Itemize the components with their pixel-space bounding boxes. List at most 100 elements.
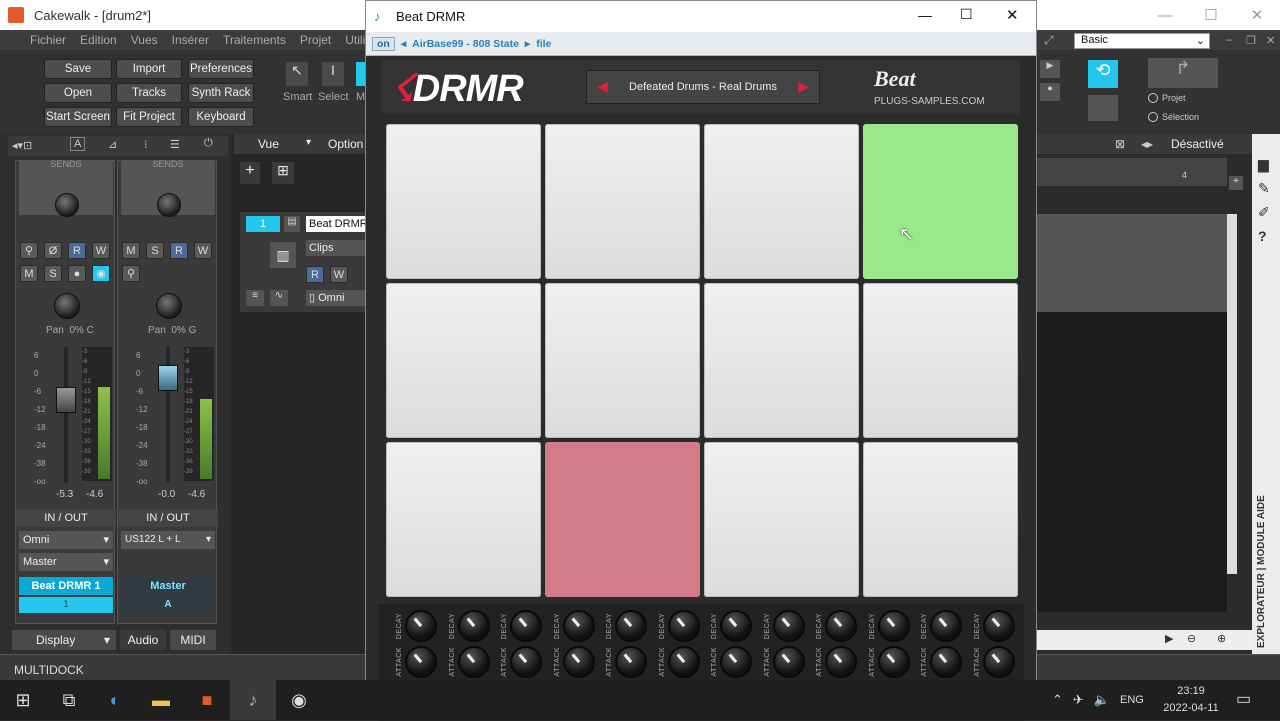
strip-name[interactable]: Beat DRMR 1 (19, 577, 113, 595)
output-select[interactable]: US122 L + L ▾ (121, 531, 215, 549)
menu-fichier[interactable]: Fichier (30, 33, 66, 47)
browser-tabs-label[interactable]: EXPLORATEUR | MODULE AIDE (1256, 495, 1276, 648)
save-button[interactable]: Save (44, 59, 112, 79)
pan-knob[interactable] (54, 293, 80, 319)
attack-knob[interactable] (982, 646, 1015, 678)
notifications-icon[interactable]: ▭ (1236, 689, 1251, 709)
drum-pad-4[interactable]: ↖ (863, 124, 1018, 279)
loop-icon[interactable]: ⟲ (1088, 60, 1118, 88)
decay-knob[interactable] (877, 610, 910, 642)
drum-pad-1[interactable] (386, 124, 541, 279)
synth-rack-button[interactable]: Synth Rack (188, 83, 254, 103)
drum-pad-12[interactable] (863, 442, 1018, 597)
workspace-select[interactable]: Basic ⌄ (1074, 33, 1210, 49)
add-track-icon[interactable]: + (240, 162, 260, 184)
strip-name[interactable]: Master (121, 577, 215, 595)
write-button[interactable]: W (92, 242, 110, 259)
drum-pad-3[interactable] (704, 124, 859, 279)
help-icon[interactable]: ? (1258, 228, 1267, 244)
vue-menu[interactable]: Vue (258, 137, 279, 151)
display-tab[interactable]: Display ▾ (12, 630, 116, 650)
multidock-label[interactable]: MULTIDOCK (14, 663, 84, 677)
record-arm-button[interactable]: R (68, 242, 86, 259)
export-icon[interactable]: ↱ (1148, 58, 1218, 88)
decay-knob[interactable] (457, 610, 490, 642)
pan-knob[interactable] (156, 293, 182, 319)
audio-tab[interactable]: Audio (120, 630, 166, 650)
add-icon[interactable]: + (1229, 176, 1243, 190)
decay-knob[interactable] (510, 610, 542, 642)
select-tool-icon[interactable]: I (322, 62, 344, 86)
record-icon[interactable]: ● (1040, 83, 1060, 101)
minimize-icon[interactable]: — (1142, 0, 1188, 30)
chevron-up-icon[interactable]: ⌃ (1052, 692, 1063, 708)
task-view-icon[interactable]: ⧉ (46, 680, 92, 720)
windows-start-icon[interactable]: ⊞ (0, 680, 46, 720)
next-kit-icon[interactable]: ▶ (798, 78, 809, 95)
import-button[interactable]: Import (116, 59, 182, 79)
send-knob[interactable] (55, 193, 79, 217)
prev-kit-icon[interactable]: ◀ (597, 78, 608, 95)
scroll-right-icon[interactable]: ▶ (1165, 632, 1173, 645)
menu-utilitaires[interactable]: Utili (345, 33, 365, 47)
track-input-select[interactable]: ▯ Omni (306, 290, 368, 306)
next-preset-icon[interactable]: ▸ (525, 38, 530, 50)
menu-projet[interactable]: Projet (300, 33, 331, 47)
drum-pad-9[interactable] (386, 442, 541, 597)
zoom-out-icon[interactable]: ⊖ (1187, 632, 1196, 645)
solo-button[interactable]: S (146, 242, 164, 259)
fx-icon[interactable]: ⚲ (122, 265, 140, 282)
drum-pad-6[interactable] (545, 283, 700, 438)
decay-knob[interactable] (405, 610, 437, 642)
volume-fader[interactable] (158, 365, 178, 391)
mute-button[interactable]: M (20, 265, 38, 282)
console-a-icon[interactable]: A (70, 137, 86, 151)
punch-icon[interactable] (1088, 95, 1118, 121)
list-icon[interactable]: ☰ (170, 138, 180, 151)
phase-invert-button[interactable]: Ø (44, 242, 62, 259)
phase-icon[interactable]: ⚲ (20, 242, 38, 259)
console-nav-icon[interactable]: ◂▾⊡ (12, 139, 32, 152)
decay-knob[interactable] (982, 610, 1015, 642)
preset-name[interactable]: AirBase99 - 808 State (412, 38, 519, 50)
vertical-scrollbar[interactable] (1227, 214, 1237, 574)
record-arm-button[interactable]: R (306, 266, 324, 283)
radio-selection-icon[interactable] (1148, 112, 1158, 122)
automation-icon[interactable]: ∿ (270, 290, 288, 306)
decay-knob[interactable] (930, 610, 962, 642)
drum-pad-10[interactable] (545, 442, 700, 597)
file-explorer-icon[interactable]: ▬ (138, 680, 184, 720)
notes-icon[interactable]: ✐ (1258, 204, 1270, 221)
midi-tab[interactable]: MIDI (170, 630, 216, 650)
radio-projet[interactable]: Projet (1148, 93, 1186, 103)
attack-knob[interactable] (720, 646, 752, 678)
instrument-icon[interactable]: ▥ (270, 242, 296, 268)
clock[interactable]: 23:19 2022-04-11 (1158, 683, 1224, 717)
attack-knob[interactable] (877, 646, 910, 678)
attack-knob[interactable] (930, 646, 962, 678)
decay-knob[interactable] (562, 610, 595, 642)
snap-mode[interactable]: Désactivé (1171, 137, 1224, 151)
keyboard-button[interactable]: Keyboard (188, 107, 254, 127)
file-button[interactable]: file (536, 38, 551, 50)
start-screen-button[interactable]: Start Screen (44, 107, 112, 127)
attack-knob[interactable] (825, 646, 857, 678)
edit-filter-icon[interactable]: ≡ (246, 290, 264, 306)
edge-icon[interactable]: ◐ (92, 680, 138, 720)
metronome-icon[interactable]: ⊿ (108, 138, 117, 151)
snap-icon[interactable]: ⊠ (1115, 137, 1125, 151)
plugin-maximize-icon[interactable]: ☐ (960, 6, 973, 23)
nudge-icon[interactable]: ◂▸ (1141, 137, 1153, 151)
decay-knob[interactable] (772, 610, 805, 642)
menu-edition[interactable]: Edition (80, 33, 117, 47)
track-name[interactable]: Beat DRMR (306, 216, 368, 232)
zoom-in-icon[interactable]: ⊕ (1217, 632, 1226, 645)
mute-button[interactable]: M (122, 242, 140, 259)
drum-pad-11[interactable] (704, 442, 859, 597)
folder-icon[interactable]: ▆ (1258, 156, 1269, 173)
write-button[interactable]: W (194, 242, 212, 259)
drum-pad-8[interactable] (863, 283, 1018, 438)
drum-pad-5[interactable] (386, 283, 541, 438)
attack-knob[interactable] (562, 646, 595, 678)
language-indicator[interactable]: ENG (1120, 694, 1144, 706)
